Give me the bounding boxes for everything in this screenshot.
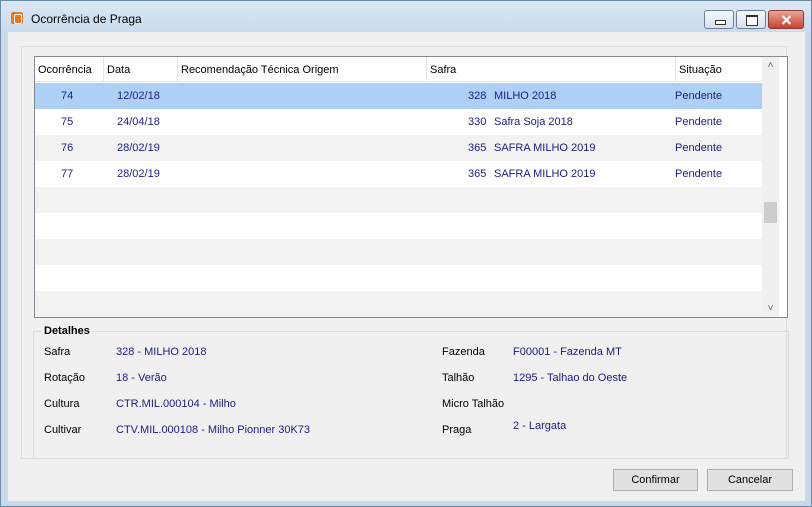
- cell-ocorrencia: 74: [61, 90, 74, 102]
- empty-row: [35, 187, 762, 213]
- cell-situacao: Pendente: [675, 90, 723, 102]
- table-row[interactable]: 74 12/02/18 328 MILHO 2018 Pendente: [35, 83, 762, 109]
- column-header-recomendacao[interactable]: Recomendação Técnica Origem: [178, 57, 427, 82]
- cell-ocorrencia: 76: [61, 142, 74, 154]
- cell-safra-name: SAFRA MILHO 2019: [494, 142, 596, 154]
- scrollbar-thumb[interactable]: [764, 202, 777, 223]
- cell-safra-code: 328: [468, 90, 487, 102]
- praga-value: 2 - Largata: [513, 420, 567, 432]
- occurrence-grid[interactable]: Ocorrência Data Recomendação Técnica Ori…: [34, 56, 788, 318]
- cancel-button[interactable]: Cancelar: [707, 469, 793, 491]
- chevron-down-icon[interactable]: ˅: [762, 300, 779, 317]
- cell-ocorrencia: 77: [61, 168, 74, 180]
- grid-body: 74 12/02/18 328 MILHO 2018 Pendente 75 2…: [35, 83, 762, 317]
- praga-label: Praga: [442, 424, 472, 436]
- table-row[interactable]: 77 28/02/19 365 SAFRA MILHO 2019 Pendent…: [35, 161, 762, 187]
- rotacao-label: Rotação: [44, 372, 85, 384]
- cell-safra-code: 330: [468, 116, 487, 128]
- cell-data: 28/02/19: [117, 142, 160, 154]
- title-bar[interactable]: Ocorrência de Praga: [1, 1, 811, 32]
- cultura-value: CTR.MIL.000104 - Milho: [116, 398, 236, 410]
- talhao-value: 1295 - Talhao do Oeste: [513, 372, 628, 384]
- safra-label: Safra: [44, 346, 71, 358]
- cell-safra-name: Safra Soja 2018: [494, 116, 573, 128]
- chevron-up-icon[interactable]: ˄: [762, 57, 779, 74]
- app-icon: [11, 12, 23, 24]
- cell-situacao: Pendente: [675, 142, 723, 154]
- cell-data: 12/02/18: [117, 90, 160, 102]
- column-header-ocorrencia[interactable]: Ocorrência: [35, 57, 104, 82]
- close-button[interactable]: [768, 10, 804, 29]
- rotacao-value: 18 - Verão: [116, 372, 167, 384]
- column-header-situacao[interactable]: Situação: [676, 57, 762, 82]
- table-row[interactable]: 76 28/02/19 365 SAFRA MILHO 2019 Pendent…: [35, 135, 762, 161]
- safra-value: 328 - MILHO 2018: [116, 346, 207, 358]
- cell-situacao: Pendente: [675, 116, 723, 128]
- cell-safra-code: 365: [468, 168, 487, 180]
- talhao-label: Talhão: [442, 372, 475, 384]
- empty-row: [35, 213, 762, 239]
- minimize-button[interactable]: [704, 10, 734, 29]
- fazenda-label: Fazenda: [442, 346, 485, 358]
- cell-data: 28/02/19: [117, 168, 160, 180]
- cultura-label: Cultura: [44, 398, 80, 410]
- confirm-button[interactable]: Confirmar: [613, 469, 698, 491]
- cultivar-label: Cultivar: [44, 424, 82, 436]
- column-header-safra[interactable]: Safra: [427, 57, 676, 82]
- dialog-client-area: Ocorrência Data Recomendação Técnica Ori…: [8, 32, 805, 501]
- details-group: Detalhes Safra 328 - MILHO 2018 Rotação …: [33, 325, 789, 459]
- cell-ocorrencia: 75: [61, 116, 74, 128]
- cultivar-value: CTV.MIL.000108 - Milho Pionner 30K73: [116, 424, 311, 436]
- empty-row: [35, 265, 762, 291]
- empty-row: [35, 291, 762, 317]
- fazenda-value: F00001 - Fazenda MT: [513, 346, 622, 358]
- micro-talhao-label: Micro Talhão: [442, 398, 505, 410]
- cell-situacao: Pendente: [675, 168, 723, 180]
- window-title: Ocorrência de Praga: [31, 12, 142, 26]
- maximize-button[interactable]: [736, 10, 766, 29]
- grid-header: Ocorrência Data Recomendação Técnica Ori…: [35, 57, 762, 82]
- column-header-data[interactable]: Data: [104, 57, 178, 82]
- cell-data: 24/04/18: [117, 116, 160, 128]
- cell-safra-name: SAFRA MILHO 2019: [494, 168, 596, 180]
- cell-safra-name: MILHO 2018: [494, 90, 557, 102]
- table-row[interactable]: 75 24/04/18 330 Safra Soja 2018 Pendente: [35, 109, 762, 135]
- empty-row: [35, 239, 762, 265]
- cell-safra-code: 365: [468, 142, 487, 154]
- details-title: Detalhes: [42, 325, 92, 337]
- vertical-scrollbar[interactable]: ˄ ˅: [762, 57, 779, 317]
- dialog-window: Ocorrência de Praga Ocorrência Data Reco…: [0, 0, 812, 507]
